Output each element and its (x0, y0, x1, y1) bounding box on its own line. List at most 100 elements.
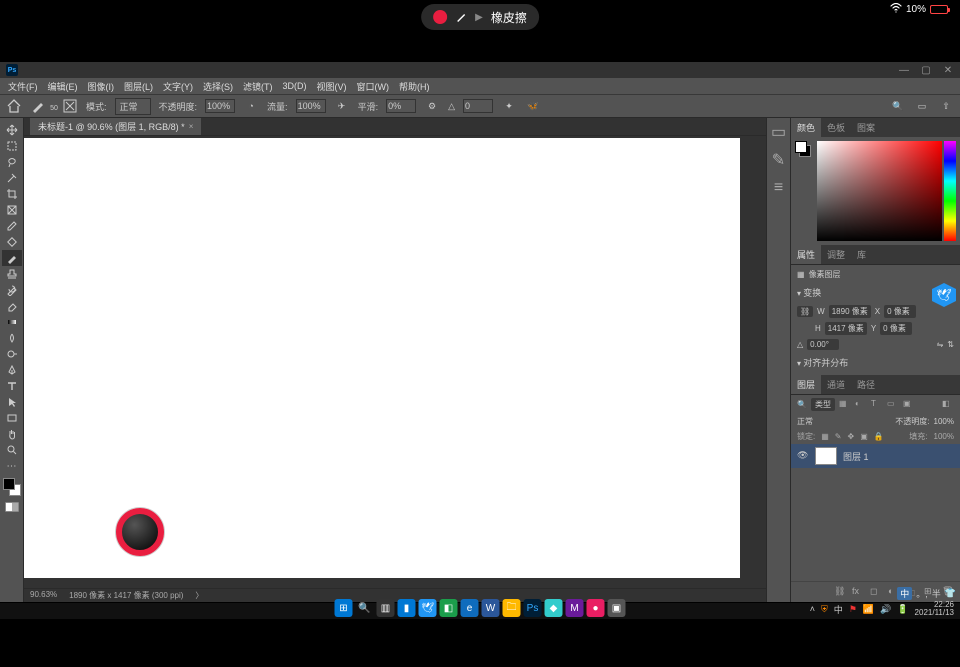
menu-layer[interactable]: 图层(L) (120, 79, 157, 94)
filter-smart-icon[interactable]: ▣ (903, 399, 915, 411)
move-tool[interactable] (2, 122, 22, 138)
ime-skin-icon[interactable]: 👕 (945, 588, 956, 599)
y-input[interactable]: 0 像素 (880, 322, 912, 335)
hue-slider[interactable] (944, 141, 956, 241)
brushes-panel-icon[interactable]: ✎ (771, 152, 787, 168)
link-wh-icon[interactable]: ⛓ (797, 306, 813, 317)
wand-tool[interactable] (2, 170, 22, 186)
tab-properties[interactable]: 属性 (791, 245, 821, 264)
zoom-tool[interactable] (2, 442, 22, 458)
healing-tool[interactable] (2, 234, 22, 250)
gradient-tool[interactable] (2, 314, 22, 330)
opacity-input[interactable]: 100% (205, 99, 235, 113)
close-tab-icon[interactable]: × (189, 122, 194, 131)
brush-tool[interactable] (2, 250, 22, 266)
filter-type-icon[interactable]: T (871, 399, 883, 411)
x-input[interactable]: 0 像素 (884, 305, 916, 318)
brush-tool-icon[interactable] (30, 98, 46, 114)
lock-paint-icon[interactable]: ✎ (835, 432, 842, 441)
blend-mode-select[interactable]: 正常 (797, 416, 847, 427)
menu-edit[interactable]: 编辑(E) (44, 79, 82, 94)
minimize-button[interactable]: — (898, 64, 910, 76)
menu-help[interactable]: 帮助(H) (395, 79, 434, 94)
edit-toolbar[interactable]: ⋯ (2, 458, 22, 474)
search-icon[interactable]: 🔍 (890, 98, 906, 114)
status-chevron-icon[interactable]: 〉 (195, 590, 203, 601)
tray-battery-icon[interactable]: 🔋 (897, 604, 908, 615)
edge-icon[interactable]: e (461, 599, 479, 617)
mode-select[interactable]: 正常 (115, 98, 151, 115)
tray-network-icon[interactable]: ⚑ (849, 604, 857, 615)
home-icon[interactable] (6, 98, 22, 114)
angle-input[interactable]: 0.00° (807, 339, 839, 350)
menu-select[interactable]: 选择(S) (199, 79, 237, 94)
flow-input[interactable]: 100% (296, 99, 326, 113)
eyedropper-tool[interactable] (2, 218, 22, 234)
menu-type[interactable]: 文字(Y) (159, 79, 197, 94)
layer-opacity-input[interactable]: 100% (934, 417, 954, 426)
zoom-status[interactable]: 90.63% (30, 590, 57, 601)
info-panel-icon[interactable]: ≡ (771, 180, 787, 196)
word-icon[interactable]: W (482, 599, 500, 617)
dodge-tool[interactable] (2, 346, 22, 362)
color-swatches[interactable] (3, 478, 21, 496)
tab-patterns[interactable]: 图案 (851, 118, 881, 137)
tray-chevron-icon[interactable]: ˄ (810, 604, 815, 614)
transform-accordion[interactable]: 变换 (797, 284, 954, 301)
taskbar-app-7[interactable]: ▣ (608, 599, 626, 617)
menu-filter[interactable]: 滤镜(T) (239, 79, 277, 94)
opacity-pressure-icon[interactable]: ◔ (243, 98, 259, 114)
stamp-tool[interactable] (2, 266, 22, 282)
history-panel-icon[interactable]: ▭ (771, 124, 787, 140)
start-button[interactable]: ⊞ (335, 599, 353, 617)
lock-all-icon[interactable]: 🔒 (874, 432, 884, 441)
canvas-area[interactable] (24, 136, 766, 588)
taskbar-app-1[interactable]: ▮ (398, 599, 416, 617)
taskview-icon[interactable]: ▥ (377, 599, 395, 617)
share-icon[interactable]: ⇧ (938, 98, 954, 114)
butterfly-icon[interactable]: 🦋 (525, 98, 541, 114)
smooth-options-icon[interactable]: ⚙ (424, 98, 440, 114)
window-titlebar[interactable]: Ps — ▢ ✕ (0, 62, 960, 78)
menu-image[interactable]: 图像(I) (84, 79, 119, 94)
frame-tool[interactable] (2, 202, 22, 218)
canvas[interactable] (24, 138, 740, 578)
fg-color-swatch[interactable] (3, 478, 15, 490)
tray-security-icon[interactable]: ⛨ (821, 604, 828, 615)
lasso-tool[interactable] (2, 154, 22, 170)
hand-tool[interactable] (2, 426, 22, 442)
file-explorer-icon[interactable]: 🗀 (503, 599, 521, 617)
taskbar-search-icon[interactable]: 🔍 (356, 599, 374, 617)
mask-icon[interactable]: ◻ (870, 586, 882, 598)
filter-shape-icon[interactable]: ▭ (887, 399, 899, 411)
tray-volume-icon[interactable]: 🔊 (880, 604, 891, 615)
visibility-icon[interactable]: 👁 (797, 450, 809, 462)
tab-color[interactable]: 颜色 (791, 118, 821, 137)
floating-tool-indicator[interactable]: ▶ 橡皮擦 (421, 4, 539, 30)
menu-3d[interactable]: 3D(D) (279, 80, 311, 92)
menu-window[interactable]: 窗口(W) (353, 79, 394, 94)
tray-ime[interactable]: 中 (834, 603, 843, 616)
pen-tool[interactable] (2, 362, 22, 378)
quickmask-toggle[interactable] (5, 502, 19, 512)
layer-row[interactable]: 👁 图层 1 (791, 444, 960, 468)
brush-settings-icon[interactable] (62, 98, 78, 114)
marquee-tool[interactable] (2, 138, 22, 154)
tab-swatches[interactable]: 色板 (821, 118, 851, 137)
flip-v-icon[interactable]: ⇅ (947, 340, 954, 349)
blur-tool[interactable] (2, 330, 22, 346)
taskbar-app-5[interactable]: M (566, 599, 584, 617)
tab-layers[interactable]: 图层 (791, 375, 821, 394)
tab-lib[interactable]: 库 (851, 245, 872, 264)
path-select-tool[interactable] (2, 394, 22, 410)
w-input[interactable]: 1890 像素 (829, 305, 871, 318)
taskbar-app-2[interactable]: 🕊 (419, 599, 437, 617)
lock-position-icon[interactable]: ✥ (848, 432, 855, 441)
taskbar-app-6[interactable]: ● (587, 599, 605, 617)
type-tool[interactable] (2, 378, 22, 394)
tray-clock[interactable]: 22:26 2021/11/13 (915, 601, 954, 617)
filter-adjust-icon[interactable]: ◐ (855, 399, 867, 411)
taskbar-app-3[interactable]: ◧ (440, 599, 458, 617)
document-tab[interactable]: 未标题-1 @ 90.6% (图层 1, RGB/8) * × (30, 118, 201, 135)
filter-pixel-icon[interactable]: ▦ (839, 399, 851, 411)
